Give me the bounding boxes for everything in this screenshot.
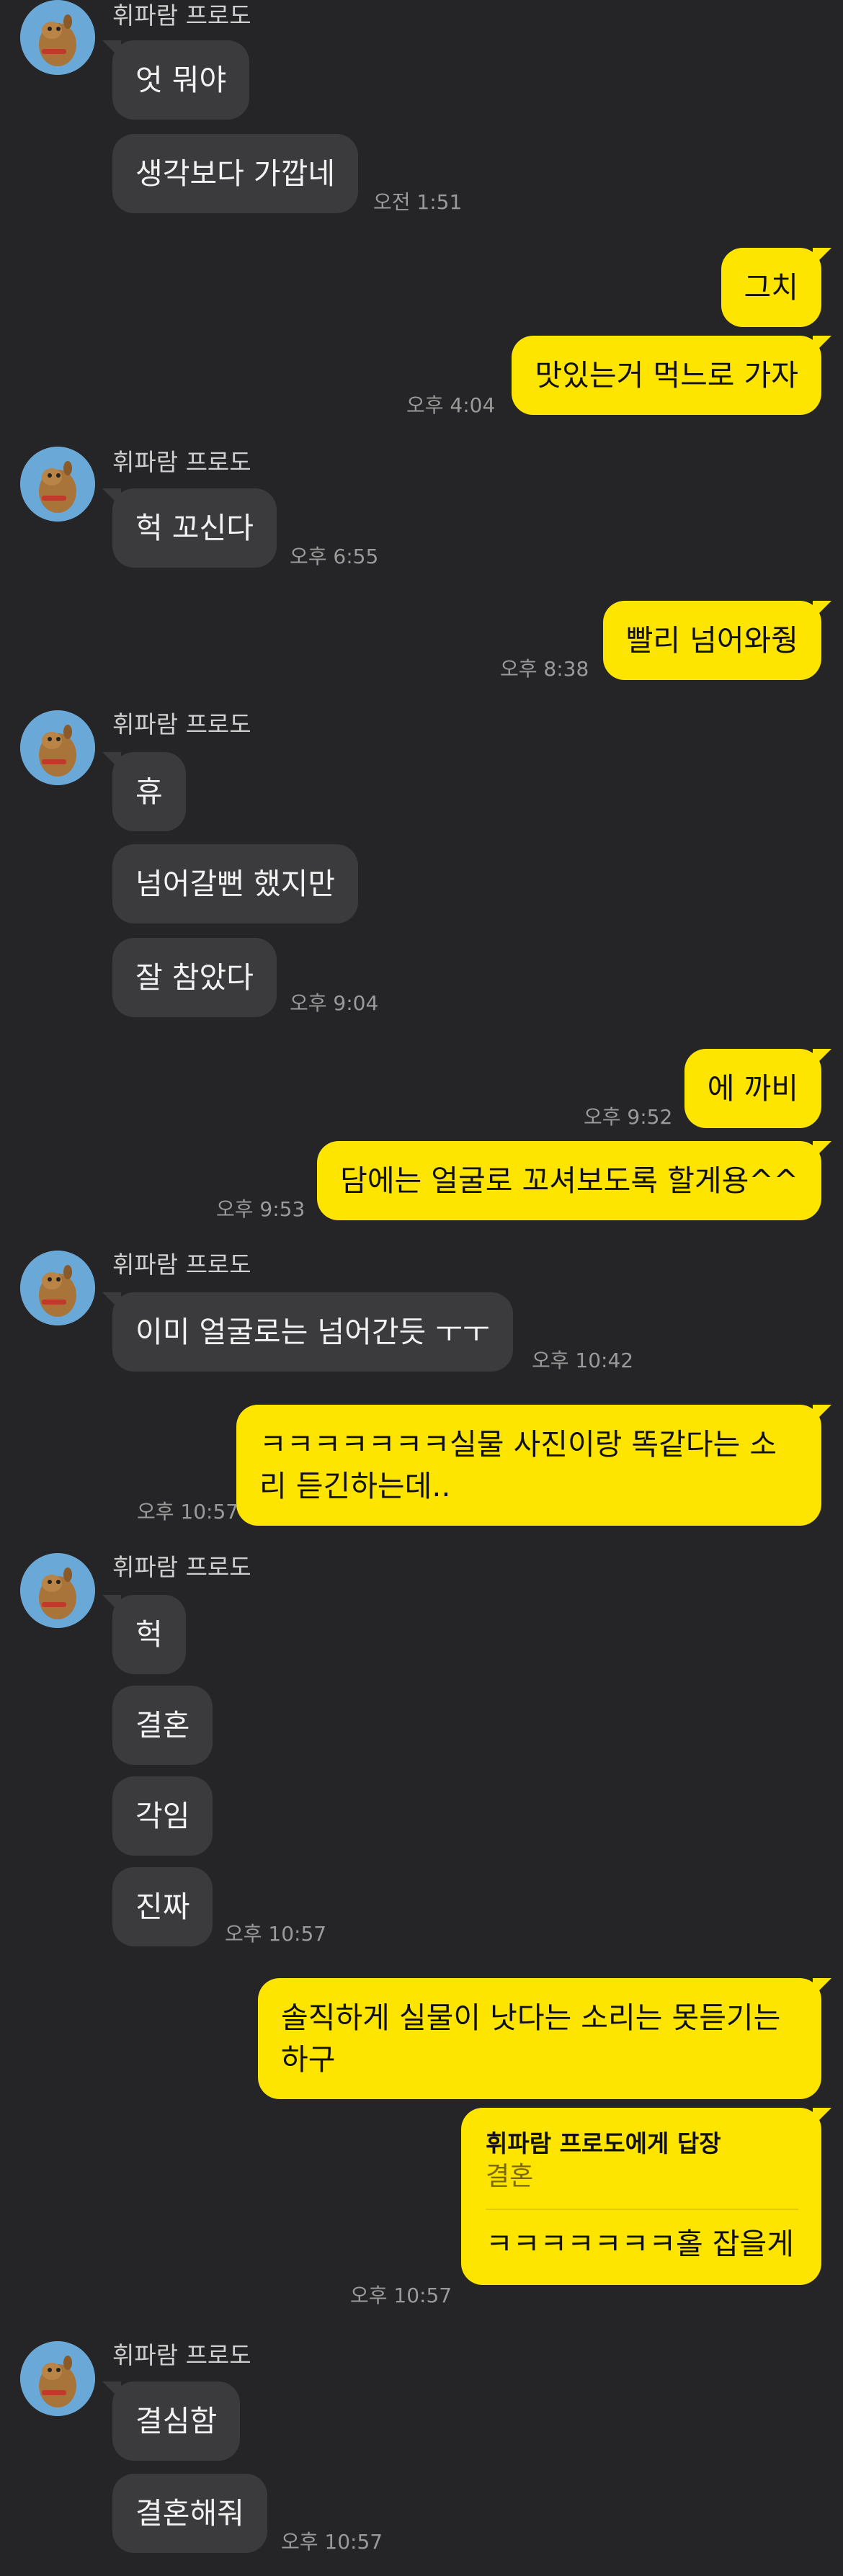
message-bubble: 결혼해줘: [112, 2474, 267, 2553]
avatar[interactable]: [20, 1553, 95, 1628]
dog-avatar-icon: [20, 2341, 95, 2416]
sender-name: 휘파람 프로도: [112, 1553, 251, 1581]
message-bubble: ㅋㅋㅋㅋㅋㅋㅋ실물 사진이랑 똑같다는 소리 듣긴하는데..: [236, 1405, 831, 1526]
message-bubble: 헉: [102, 1595, 186, 1674]
avatar[interactable]: [20, 447, 95, 522]
timestamp: 오후 10:57: [137, 1500, 239, 1524]
message-bubble: 에 까비: [684, 1049, 832, 1128]
reply-header: 휘파람 프로도에게 답장: [486, 2129, 721, 2157]
reply-message-bubble: 휘파람 프로도에게 답장 결혼 ㅋㅋㅋㅋㅋㅋㅋ홀 잡을게: [461, 2108, 831, 2285]
dog-avatar-icon: [20, 1251, 95, 1325]
message-bubble: 각임: [112, 1776, 213, 1856]
message-bubble: 엇 뭐야: [102, 40, 250, 120]
dog-avatar-icon: [20, 447, 95, 522]
timestamp: 오전 1:51: [373, 190, 463, 214]
sender-name: 휘파람 프로도: [112, 710, 251, 738]
message-bubble: 이미 얼굴로는 넘어간듯 ㅜㅜ: [102, 1292, 513, 1372]
timestamp: 오후 10:57: [225, 1922, 327, 1946]
timestamp: 오후 8:38: [500, 657, 589, 681]
message-bubble: 생각보다 가깝네: [112, 134, 359, 213]
timestamp: 오후 10:42: [532, 1349, 634, 1372]
message-bubble: 휴: [102, 752, 186, 831]
sender-name: 휘파람 프로도: [112, 448, 251, 476]
reply-text: ㅋㅋㅋㅋㅋㅋㅋ홀 잡을게: [486, 2227, 794, 2261]
message-bubble: 진짜: [112, 1867, 213, 1946]
dog-avatar-icon: [20, 0, 95, 75]
message-bubble: 넘어갈뻔 했지만: [112, 844, 359, 923]
dog-avatar-icon: [20, 710, 95, 785]
sender-name: 휘파람 프로도: [112, 1, 251, 30]
avatar[interactable]: [20, 1251, 95, 1325]
message-bubble: 맛있는거 먹느로 가자: [512, 336, 831, 415]
timestamp: 오후 9:52: [584, 1105, 673, 1129]
timestamp: 오후 4:04: [406, 393, 496, 417]
timestamp: 오후 9:04: [290, 991, 379, 1015]
reply-quote[interactable]: 결혼: [486, 2160, 798, 2194]
message-bubble: 헉 꼬신다: [102, 488, 277, 568]
message-bubble: 잘 참았다: [112, 938, 277, 1017]
message-bubble: 빨리 넘어와줭: [602, 601, 832, 680]
sender-name: 휘파람 프로도: [112, 1251, 251, 1279]
reply-divider: [486, 2209, 798, 2210]
sender-name: 휘파람 프로도: [112, 2341, 251, 2369]
avatar[interactable]: [20, 2341, 95, 2416]
message-bubble: 결심함: [102, 2382, 241, 2461]
message-bubble: 결혼: [112, 1686, 213, 1765]
timestamp: 오후 10:57: [350, 2284, 452, 2307]
message-bubble: 솔직하게 실물이 낫다는 소리는 못듣기는 하구: [258, 1978, 831, 2099]
dog-avatar-icon: [20, 1553, 95, 1628]
avatar[interactable]: [20, 710, 95, 785]
avatar[interactable]: [20, 0, 95, 75]
message-bubble: 담에는 얼굴로 꼬셔보도록 할게용^^: [317, 1141, 831, 1220]
message-bubble: 그치: [721, 248, 832, 327]
timestamp: 오후 6:55: [290, 545, 379, 568]
timestamp: 오후 9:53: [216, 1197, 305, 1221]
timestamp: 오후 10:57: [281, 2530, 383, 2554]
